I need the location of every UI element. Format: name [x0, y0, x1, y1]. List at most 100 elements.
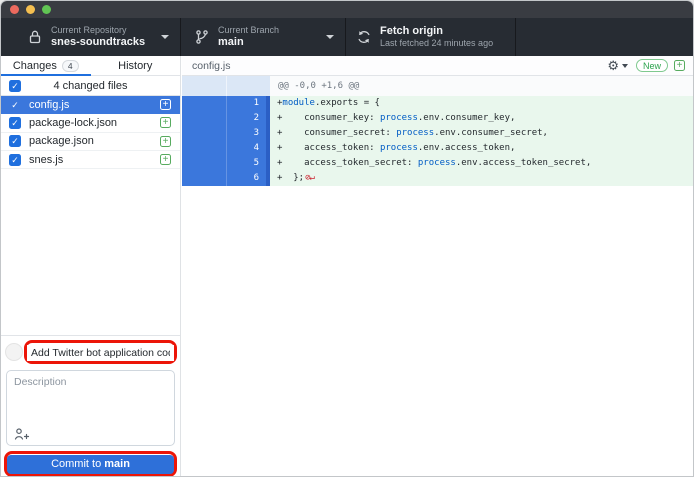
current-branch-value: main [218, 36, 279, 50]
commit-summary-input[interactable] [27, 345, 174, 361]
last-fetched-text: Last fetched 24 minutes ago [380, 38, 493, 49]
file-row-package-lock-json[interactable]: package-lock.json [1, 114, 180, 132]
changes-sidebar: Changes 4 History 4 changed files config… [1, 56, 181, 476]
commit-button-label: Commit to [51, 458, 104, 470]
code-keyword: process [396, 128, 434, 138]
chevron-down-icon [326, 35, 334, 39]
github-desktop-window: Current Repository snes-soundtracks Curr… [0, 0, 694, 477]
code-text: + consumer_key: [277, 113, 380, 123]
diff-options-button[interactable]: ⚙ [607, 59, 628, 72]
file-name: package-lock.json [29, 117, 160, 129]
tab-history-label: History [118, 60, 152, 72]
line-number[interactable]: 2 [182, 111, 270, 126]
chevron-down-icon [161, 35, 169, 39]
tab-history[interactable]: History [91, 56, 181, 75]
line-number[interactable]: 4 [182, 141, 270, 156]
diff-line-3[interactable]: 3 + consumer_secret: process.env.consume… [182, 126, 693, 141]
diff-line-6[interactable]: 6 + };⊘↵ [182, 171, 693, 186]
hunk-gutter [182, 76, 270, 96]
line-number[interactable]: 6 [182, 171, 270, 186]
current-repository-value: snes-soundtracks [51, 36, 145, 50]
file-checkbox[interactable] [9, 99, 21, 111]
new-file-badge: New [636, 59, 668, 72]
file-checkbox[interactable] [9, 117, 21, 129]
current-repository-button[interactable]: Current Repository snes-soundtracks [1, 18, 181, 56]
code-keyword: module [282, 98, 315, 108]
avatar [5, 343, 23, 361]
tab-changes[interactable]: Changes 4 [1, 56, 91, 75]
changed-files-count: 4 changed files [1, 80, 180, 92]
code-text: + }; [277, 173, 304, 183]
added-status-icon [160, 136, 171, 147]
gear-icon: ⚙ [607, 59, 619, 72]
code-keyword: process [380, 143, 418, 153]
diff-line-2[interactable]: 2 + consumer_key: process.env.consumer_k… [182, 111, 693, 126]
annotation-highlight-commit-button: Commit to main [4, 451, 177, 477]
commit-summary-row [4, 340, 177, 364]
git-branch-icon [194, 29, 210, 45]
diff-hunk-header[interactable]: @@ -0,0 +1,6 @@ [182, 76, 693, 96]
current-repository-label: Current Repository [51, 25, 145, 36]
current-branch-button[interactable]: Current Branch main [181, 18, 346, 56]
added-status-icon [160, 154, 171, 165]
changed-file-list: config.js package-lock.json package.json… [1, 96, 180, 169]
file-name: snes.js [29, 154, 160, 166]
tab-changes-label: Changes [13, 60, 57, 72]
diff-pane: config.js ⚙ New @@ -0,0 +1,6 @@ 1 +modul… [182, 56, 693, 476]
line-number[interactable]: 5 [182, 156, 270, 171]
diff-line-4[interactable]: 4 + access_token: process.env.access_tok… [182, 141, 693, 156]
code-keyword: process [418, 158, 456, 168]
line-code: + consumer_secret: process.env.consumer_… [270, 126, 693, 141]
code-text: .exports = { [315, 98, 380, 108]
file-name: config.js [29, 99, 160, 111]
line-number[interactable]: 3 [182, 126, 270, 141]
line-code: + };⊘↵ [270, 171, 693, 186]
changed-files-header: 4 changed files [1, 76, 180, 96]
file-checkbox[interactable] [9, 135, 21, 147]
code-text: .env.consumer_key, [418, 113, 516, 123]
diff-header: config.js ⚙ New [182, 56, 693, 76]
code-keyword: process [380, 113, 418, 123]
file-checkbox[interactable] [9, 154, 21, 166]
line-number[interactable]: 1 [182, 96, 270, 111]
close-window-button[interactable] [10, 5, 19, 14]
file-name: package.json [29, 135, 160, 147]
file-row-config-js[interactable]: config.js [1, 96, 180, 114]
code-text: .env.consumer_secret, [434, 128, 548, 138]
code-text: .env.access_token, [418, 143, 516, 153]
diff-line-5[interactable]: 5 + access_token_secret: process.env.acc… [182, 156, 693, 171]
line-code: + access_token_secret: process.env.acces… [270, 156, 693, 171]
add-coauthor-icon[interactable] [14, 428, 30, 440]
line-code: + consumer_key: process.env.consumer_key… [270, 111, 693, 126]
code-text: .env.access_token_secret, [456, 158, 591, 168]
zoom-window-button[interactable] [42, 5, 51, 14]
commit-form: Commit to main [1, 335, 180, 476]
added-status-icon [160, 117, 171, 128]
added-status-icon [674, 60, 685, 71]
lock-icon [27, 29, 43, 45]
diff-file-name: config.js [192, 60, 607, 72]
commit-to-main-button[interactable]: Commit to main [7, 455, 174, 474]
titlebar [1, 1, 693, 18]
chevron-down-icon [622, 64, 628, 68]
commit-description-box [6, 370, 175, 446]
toolbar-empty-space [516, 18, 693, 56]
sidebar-tabbar: Changes 4 History [1, 56, 180, 76]
minimize-window-button[interactable] [26, 5, 35, 14]
fetch-origin-button[interactable]: Fetch origin Last fetched 24 minutes ago [346, 18, 516, 56]
sync-icon [356, 29, 372, 45]
file-row-package-json[interactable]: package.json [1, 133, 180, 151]
code-text: + consumer_secret: [277, 128, 396, 138]
diff-line-1[interactable]: 1 +module.exports = { [182, 96, 693, 111]
select-all-checkbox[interactable] [9, 80, 21, 92]
commit-description-input[interactable] [7, 371, 174, 426]
current-branch-label: Current Branch [218, 25, 279, 36]
changes-count-badge: 4 [62, 60, 79, 72]
line-code: + access_token: process.env.access_token… [270, 141, 693, 156]
no-newline-icon: ⊘↵ [305, 173, 314, 183]
annotation-highlight-summary [24, 340, 177, 364]
file-row-snes-js[interactable]: snes.js [1, 151, 180, 169]
code-text: + access_token: [277, 143, 380, 153]
fetch-origin-label: Fetch origin [380, 25, 493, 39]
line-code: +module.exports = { [270, 96, 693, 111]
